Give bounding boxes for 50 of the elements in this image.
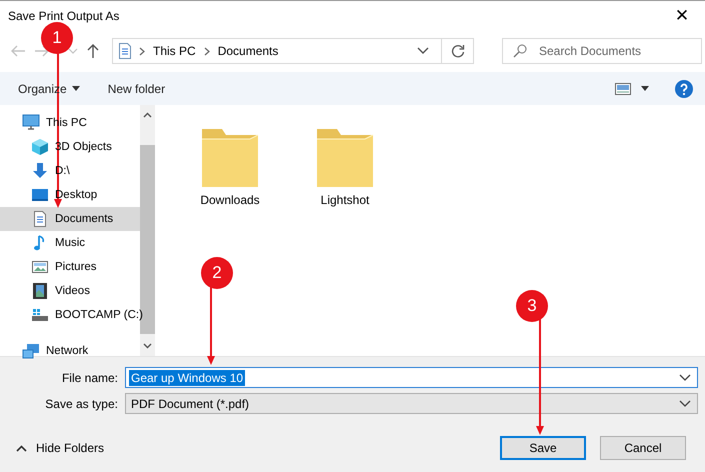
document-icon (31, 210, 49, 228)
file-name-field[interactable]: Gear up Windows 10 (125, 367, 698, 388)
cancel-button[interactable]: Cancel (600, 436, 686, 460)
refresh-button[interactable] (442, 38, 474, 64)
sidebar-item[interactable]: Music (0, 231, 140, 255)
breadcrumb[interactable]: Documents (218, 44, 278, 58)
scroll-down-icon (143, 343, 152, 349)
window-title: Save Print Output As (8, 8, 120, 22)
chevron-up-icon (16, 444, 27, 452)
cube-icon (31, 138, 49, 156)
chevron-icon (204, 46, 210, 56)
dropdown-icon (679, 374, 691, 382)
up-arrow-icon[interactable] (86, 43, 100, 59)
view-icon[interactable] (615, 82, 631, 94)
new-folder-button[interactable]: New folder (100, 78, 174, 100)
film-icon (31, 282, 49, 300)
address-bar[interactable]: This PC Documents (112, 38, 442, 64)
drive-icon (31, 306, 49, 324)
chevron-icon (139, 46, 145, 56)
file-type-dropdown[interactable]: PDF Document (*.pdf) (125, 393, 698, 414)
field-label: Save as type: (44, 396, 119, 410)
step-number-badge: 3 (516, 290, 548, 322)
help-icon[interactable] (675, 80, 693, 98)
monitor-icon (22, 114, 40, 132)
field-label: File name: (60, 370, 119, 384)
dropdown-icon (417, 47, 429, 55)
sidebar-item[interactable]: Videos (0, 279, 140, 303)
step-number-badge: 2 (201, 257, 233, 289)
close-button[interactable]: ✕ (659, 1, 705, 30)
dropdown-icon (679, 400, 691, 408)
document-icon (119, 43, 131, 59)
save-button[interactable]: Save (500, 436, 586, 460)
desktop-icon (31, 186, 49, 204)
folder-item[interactable]: Lightshot (310, 119, 380, 207)
step-number-badge: 1 (41, 22, 73, 54)
caret-icon[interactable] (641, 86, 649, 91)
refresh-icon (450, 44, 464, 58)
breadcrumb[interactable]: This PC (153, 44, 196, 58)
sidebar-item[interactable]: BOOTCAMP (C:) (0, 303, 140, 327)
search-field[interactable]: Search Documents (502, 38, 702, 64)
sidebar-item[interactable]: Documents (0, 207, 140, 231)
folder-item[interactable]: Downloads (195, 119, 265, 207)
sidebar-item[interactable]: Pictures (0, 255, 140, 279)
forward-arrow-icon[interactable] (34, 44, 50, 58)
caret-icon (72, 86, 80, 91)
hide-folders-button[interactable]: Hide Folders (10, 440, 110, 456)
scroll-up-icon (143, 112, 152, 118)
picture-icon (31, 258, 49, 276)
down-arrow-icon (31, 162, 49, 180)
search-icon (513, 44, 527, 58)
